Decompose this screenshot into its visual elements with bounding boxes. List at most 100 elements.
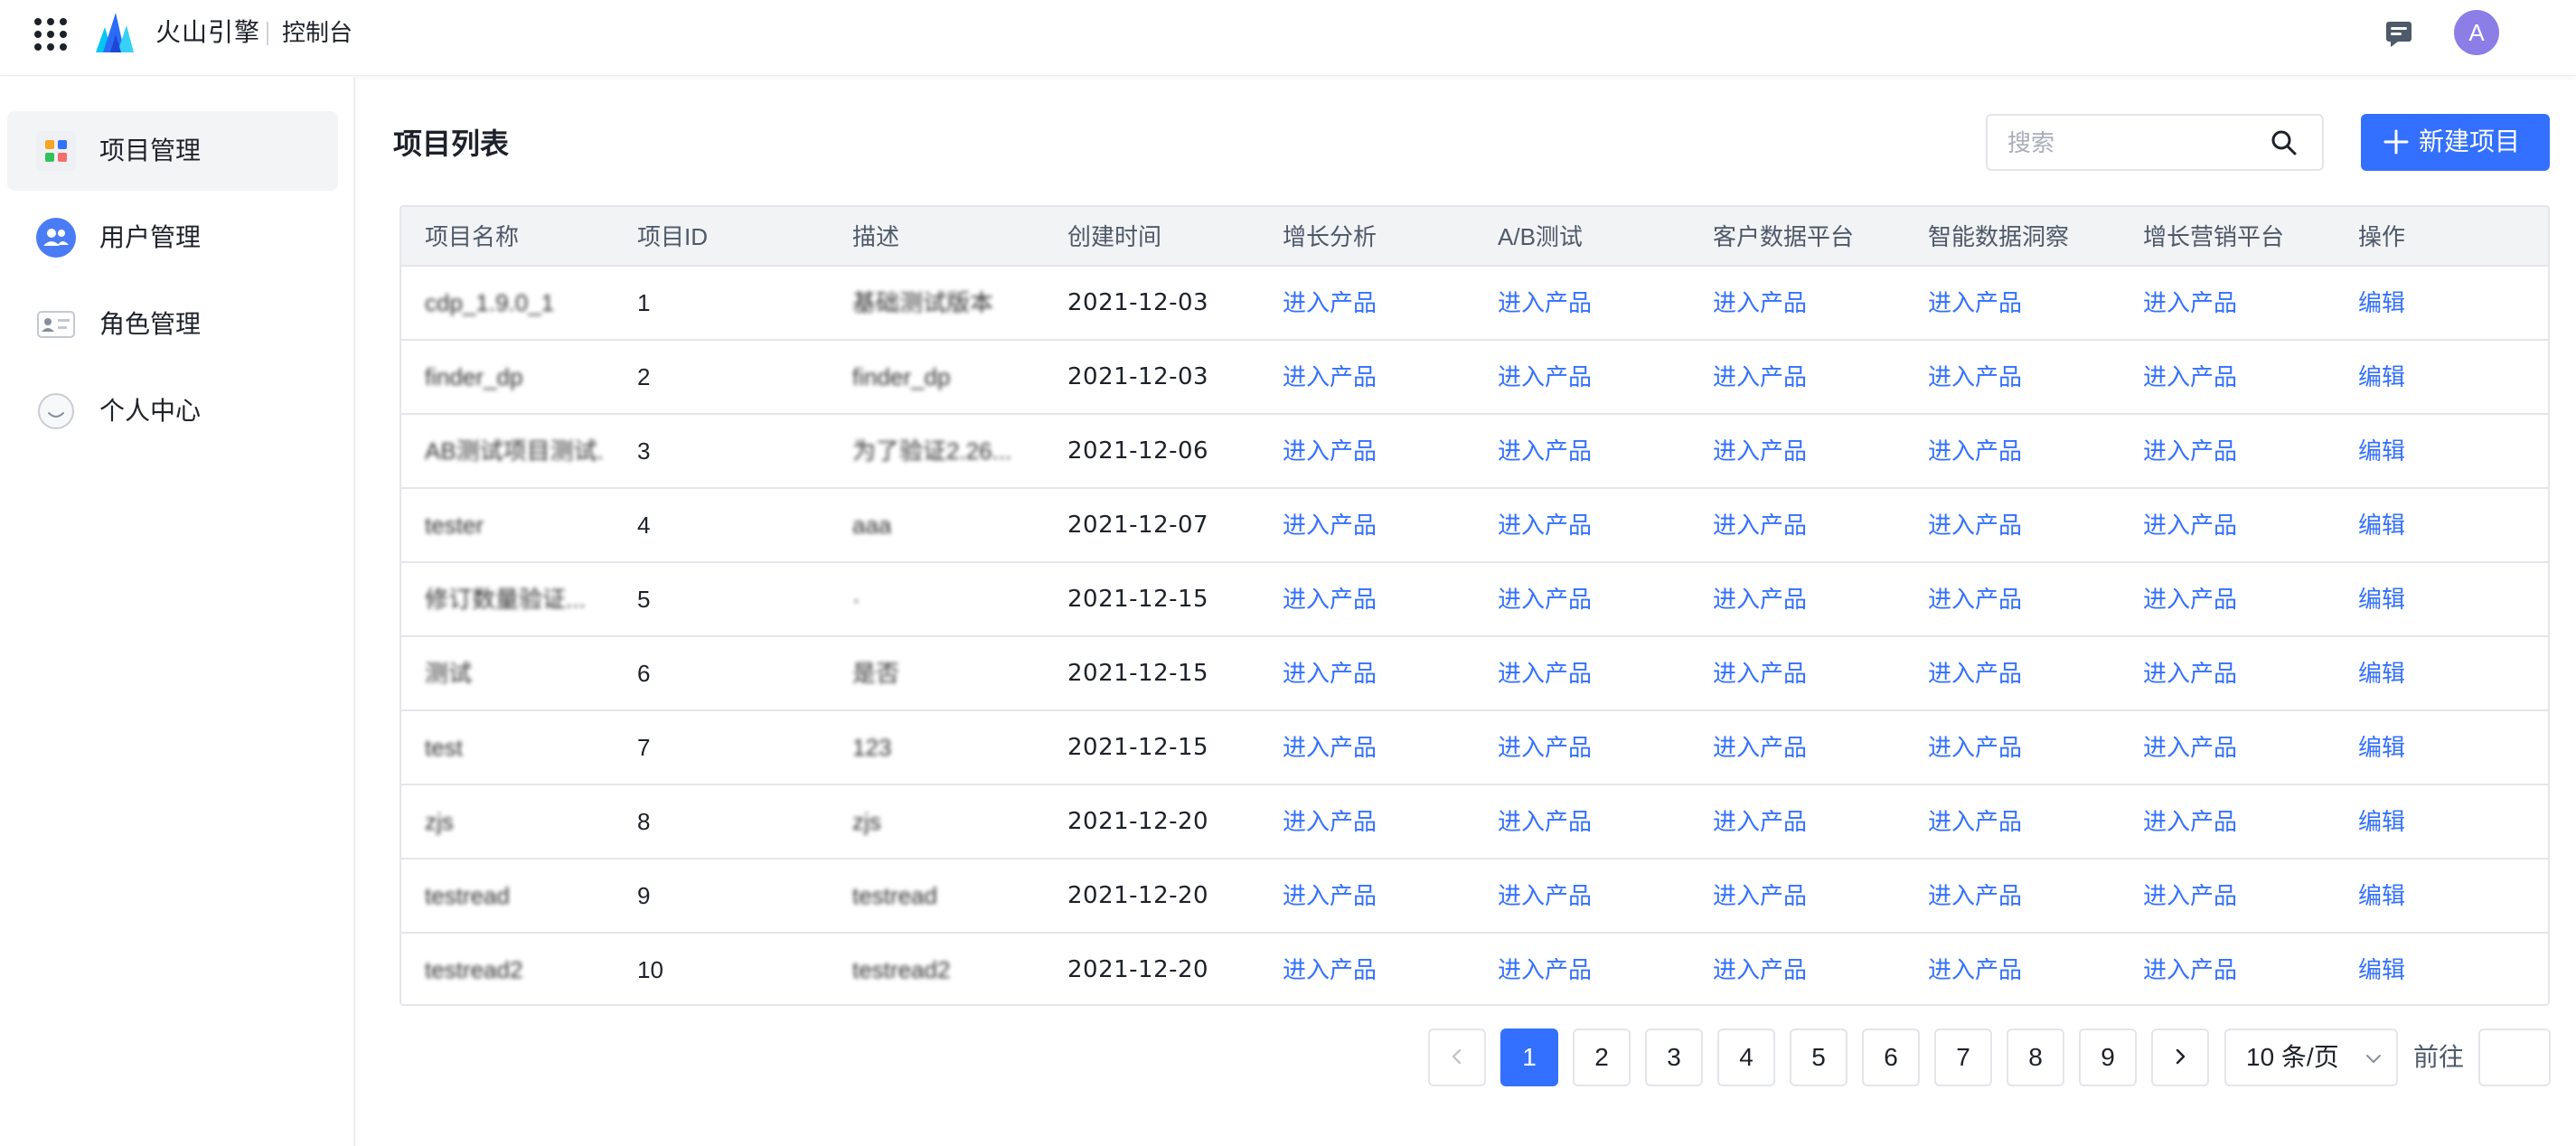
enter-cdp-link[interactable]: 进入产品 — [1713, 563, 1807, 635]
enter-cdp-link[interactable]: 进入产品 — [1713, 267, 1807, 339]
edit-link[interactable]: 编辑 — [2358, 415, 2405, 487]
edit-link[interactable]: 编辑 — [2358, 563, 2405, 635]
enter-data-insight-link[interactable]: 进入产品 — [1928, 267, 2022, 339]
enter-growth-marketing-link[interactable]: 进入产品 — [2143, 489, 2237, 561]
enter-growth-marketing-link[interactable]: 进入产品 — [2143, 860, 2237, 932]
enter-data-insight-link[interactable]: 进入产品 — [1928, 563, 2022, 635]
enter-growth-marketing-link[interactable]: 进入产品 — [2143, 563, 2237, 635]
enter-data-insight-link[interactable]: 进入产品 — [1928, 860, 2022, 932]
edit-link[interactable]: 编辑 — [2358, 711, 2405, 784]
prev-page-button[interactable] — [1428, 1029, 1486, 1086]
enter-data-insight-link[interactable]: 进入产品 — [1928, 785, 2022, 858]
enter-growth-analysis-link[interactable]: 进入产品 — [1283, 489, 1377, 561]
page-button-7[interactable]: 7 — [1934, 1029, 1992, 1086]
enter-ab-test-link[interactable]: 进入产品 — [1498, 711, 1592, 784]
description-cell: 为了验证2.26... — [852, 437, 1012, 465]
next-page-button[interactable] — [2151, 1029, 2209, 1086]
enter-ab-test-link[interactable]: 进入产品 — [1498, 934, 1592, 1004]
enter-cdp-link[interactable]: 进入产品 — [1713, 637, 1807, 709]
enter-cdp-link[interactable]: 进入产品 — [1713, 489, 1807, 561]
description-cell: · — [852, 586, 860, 613]
console-label[interactable]: 控制台 — [282, 14, 353, 51]
enter-ab-test-link[interactable]: 进入产品 — [1498, 341, 1592, 413]
edit-link[interactable]: 编辑 — [2358, 860, 2405, 932]
enter-data-insight-link[interactable]: 进入产品 — [1928, 489, 2022, 561]
enter-cdp-link[interactable]: 进入产品 — [1713, 341, 1807, 413]
enter-growth-analysis-link[interactable]: 进入产品 — [1283, 785, 1377, 858]
edit-link[interactable]: 编辑 — [2358, 267, 2405, 339]
enter-cdp-link[interactable]: 进入产品 — [1713, 711, 1807, 784]
project-name-cell: 测试 — [425, 660, 473, 687]
column-header-project-name: 项目名称 — [425, 223, 520, 250]
enter-ab-test-link[interactable]: 进入产品 — [1498, 860, 1592, 932]
enter-ab-test-link[interactable]: 进入产品 — [1498, 637, 1592, 709]
enter-data-insight-link[interactable]: 进入产品 — [1928, 711, 2022, 784]
enter-data-insight-link[interactable]: 进入产品 — [1928, 415, 2022, 487]
enter-growth-analysis-link[interactable]: 进入产品 — [1283, 267, 1377, 339]
edit-link[interactable]: 编辑 — [2358, 341, 2405, 413]
edit-link[interactable]: 编辑 — [2358, 934, 2405, 1004]
enter-cdp-link[interactable]: 进入产品 — [1713, 785, 1807, 858]
enter-growth-analysis-link[interactable]: 进入产品 — [1283, 415, 1377, 487]
enter-ab-test-link[interactable]: 进入产品 — [1498, 489, 1592, 561]
created-time-cell: 2021-12-15 — [1067, 660, 1209, 687]
enter-data-insight-link[interactable]: 进入产品 — [1928, 341, 2022, 413]
enter-growth-analysis-link[interactable]: 进入产品 — [1283, 563, 1377, 635]
edit-link[interactable]: 编辑 — [2358, 489, 2405, 561]
search-icon[interactable] — [2270, 128, 2299, 157]
edit-link[interactable]: 编辑 — [2358, 637, 2405, 709]
search-box[interactable] — [1986, 114, 2324, 171]
enter-cdp-link[interactable]: 进入产品 — [1713, 860, 1807, 932]
enter-data-insight-link[interactable]: 进入产品 — [1928, 934, 2022, 1004]
enter-growth-marketing-link[interactable]: 进入产品 — [2143, 415, 2237, 487]
enter-growth-analysis-link[interactable]: 进入产品 — [1283, 934, 1377, 1004]
page-button-3[interactable]: 3 — [1645, 1029, 1703, 1086]
page-button-6[interactable]: 6 — [1862, 1029, 1920, 1086]
page-button-4[interactable]: 4 — [1717, 1029, 1775, 1086]
enter-ab-test-link[interactable]: 进入产品 — [1498, 563, 1592, 635]
enter-growth-marketing-link[interactable]: 进入产品 — [2143, 934, 2237, 1004]
enter-growth-marketing-link[interactable]: 进入产品 — [2143, 267, 2237, 339]
page-button-2[interactable]: 2 — [1573, 1029, 1631, 1086]
project-id-cell: 2 — [637, 363, 651, 390]
page-button-1[interactable]: 1 — [1500, 1029, 1558, 1086]
chevron-down-icon — [2366, 1055, 2381, 1063]
brand-name[interactable]: 火山引擎 — [155, 14, 260, 51]
enter-cdp-link[interactable]: 进入产品 — [1713, 415, 1807, 487]
user-avatar[interactable]: A — [2454, 10, 2499, 55]
enter-growth-analysis-link[interactable]: 进入产品 — [1283, 711, 1377, 784]
enter-data-insight-link[interactable]: 进入产品 — [1928, 637, 2022, 709]
sidebar-item-role-management[interactable]: 角色管理 — [7, 285, 338, 364]
page-button-8[interactable]: 8 — [2007, 1029, 2064, 1086]
top-navigation-bar: 火山引擎 控制台 A — [0, 0, 2576, 76]
project-name-cell: testread2 — [425, 956, 523, 983]
column-header-actions: 操作 — [2358, 223, 2406, 250]
enter-ab-test-link[interactable]: 进入产品 — [1498, 267, 1592, 339]
enter-ab-test-link[interactable]: 进入产品 — [1498, 785, 1592, 858]
enter-cdp-link[interactable]: 进入产品 — [1713, 934, 1807, 1004]
goto-page-input[interactable] — [2478, 1029, 2551, 1086]
page-button-9[interactable]: 9 — [2079, 1029, 2137, 1086]
volcano-engine-logo[interactable] — [94, 11, 136, 54]
page-button-5[interactable]: 5 — [1790, 1029, 1847, 1086]
project-id-cell: 5 — [637, 586, 651, 613]
enter-growth-marketing-link[interactable]: 进入产品 — [2143, 341, 2237, 413]
enter-growth-analysis-link[interactable]: 进入产品 — [1283, 341, 1377, 413]
new-project-button[interactable]: 新建项目 — [2361, 114, 2550, 171]
enter-growth-analysis-link[interactable]: 进入产品 — [1283, 637, 1377, 709]
edit-link[interactable]: 编辑 — [2358, 785, 2405, 858]
enter-ab-test-link[interactable]: 进入产品 — [1498, 415, 1592, 487]
enter-growth-marketing-link[interactable]: 进入产品 — [2143, 711, 2237, 784]
column-header-cdp: 客户数据平台 — [1713, 223, 1855, 250]
enter-growth-marketing-link[interactable]: 进入产品 — [2143, 785, 2237, 858]
created-time-cell: 2021-12-06 — [1067, 437, 1209, 465]
sidebar-item-project-management[interactable]: 项目管理 — [7, 111, 338, 191]
sidebar-item-user-management[interactable]: 用户管理 — [7, 198, 338, 277]
message-icon[interactable] — [2383, 18, 2414, 49]
page-size-select[interactable]: 10 条/页 — [2224, 1029, 2398, 1086]
enter-growth-marketing-link[interactable]: 进入产品 — [2143, 637, 2237, 709]
sidebar-item-personal-center[interactable]: 个人中心 — [7, 371, 338, 451]
search-input[interactable] — [2007, 123, 2252, 163]
enter-growth-analysis-link[interactable]: 进入产品 — [1283, 860, 1377, 932]
app-grid-icon[interactable] — [34, 18, 67, 51]
